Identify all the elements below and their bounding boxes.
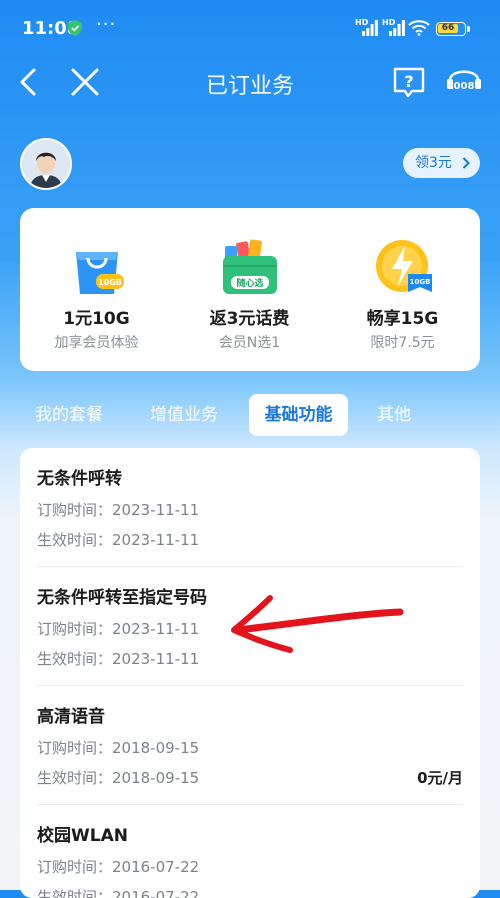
more-notifications-icon: ··· — [96, 14, 117, 35]
avatar[interactable] — [20, 138, 72, 190]
wifi-icon — [408, 20, 430, 36]
claim-coupon-button[interactable]: 领3元 — [403, 148, 480, 178]
promo-subtitle: 限时7.5元 — [370, 335, 435, 351]
promo-title: 畅享15G — [366, 309, 439, 329]
tab-value-added[interactable]: 增值业务 — [134, 394, 234, 436]
order-time: 订购时间：2023-11-11 — [37, 620, 200, 638]
promo-subtitle: 加享会员体验 — [54, 335, 139, 351]
battery-icon: 66 — [436, 22, 466, 36]
service-price: 0元/月 — [417, 769, 463, 787]
promo-title: 返3元话费 — [209, 309, 290, 329]
list-item[interactable]: 高清语音 订购时间：2018-09-15 生效时间：2018-09-15 0元/… — [20, 686, 480, 805]
chevron-right-icon — [462, 157, 470, 169]
user-avatar-icon — [22, 140, 70, 188]
signal-icon — [389, 20, 405, 36]
list-item[interactable]: 无条件呼转至指定号码 订购时间：2023-11-11 生效时间：2023-11-… — [20, 567, 480, 686]
svg-text:?: ? — [404, 72, 413, 91]
category-tabs: 我的套餐 增值业务 基础功能 其他 — [20, 394, 480, 438]
promo-subtitle: 会员N选1 — [218, 335, 281, 351]
promo-item-unlimited[interactable]: 10GB 畅享15G 限时7.5元 — [326, 208, 479, 371]
promo-badge: 10GB — [410, 278, 431, 286]
service-name: 校园WLAN — [37, 826, 128, 846]
order-time: 订购时间：2023-11-11 — [37, 501, 200, 519]
list-item[interactable]: 无条件呼转 订购时间：2023-11-11 生效时间：2023-11-11 — [20, 448, 480, 567]
lightning-badge-icon: 10GB — [376, 240, 432, 292]
signal-icon — [362, 20, 378, 36]
tab-my-plan[interactable]: 我的套餐 — [20, 394, 118, 436]
help-icon[interactable]: ? — [392, 66, 426, 98]
tab-other[interactable]: 其他 — [363, 394, 425, 436]
order-time: 订购时间：2016-07-22 — [37, 858, 200, 876]
customer-service-icon[interactable]: 10086 — [444, 64, 484, 100]
promo-item-data-pack[interactable]: 10GB 1元10G 加享会员体验 — [20, 208, 173, 371]
service-name: 无条件呼转 — [37, 469, 122, 489]
promo-card: 10GB 1元10G 加享会员体验 随心选 返3元话费 会员N选1 10GB 畅… — [20, 208, 480, 371]
effective-time: 生效时间：2023-11-11 — [37, 650, 200, 668]
list-item[interactable]: 校园WLAN 订购时间：2016-07-22 生效时间：2016-07-22 — [20, 805, 480, 898]
promo-badge: 随心选 — [236, 277, 263, 289]
promo-item-cashback[interactable]: 随心选 返3元话费 会员N选1 — [173, 208, 326, 371]
service-list: 无条件呼转 订购时间：2023-11-11 生效时间：2023-11-11 无条… — [20, 448, 480, 898]
nav-bar: 已订业务 ? 10086 — [0, 58, 500, 106]
hotline-number: 10086 — [447, 81, 482, 92]
battery-level: 66 — [438, 24, 458, 33]
gift-box-icon: 随心选 — [223, 239, 277, 294]
shopping-bag-icon: 10GB — [76, 252, 124, 294]
effective-time: 生效时间：2023-11-11 — [37, 531, 200, 549]
service-name: 高清语音 — [37, 707, 105, 727]
tab-basic-functions[interactable]: 基础功能 — [249, 394, 348, 436]
effective-time: 生效时间：2016-07-22 — [37, 888, 200, 898]
service-name: 无条件呼转至指定号码 — [37, 588, 207, 608]
status-bar: 11:08 ··· HD HD 66 — [0, 0, 500, 58]
effective-time: 生效时间：2018-09-15 — [37, 769, 200, 787]
order-time: 订购时间：2018-09-15 — [37, 739, 200, 757]
shield-icon — [68, 20, 82, 36]
battery-tip — [467, 26, 470, 32]
promo-title: 1元10G — [63, 309, 130, 329]
claim-coupon-label: 领3元 — [415, 155, 452, 171]
promo-badge: 10GB — [98, 278, 122, 287]
